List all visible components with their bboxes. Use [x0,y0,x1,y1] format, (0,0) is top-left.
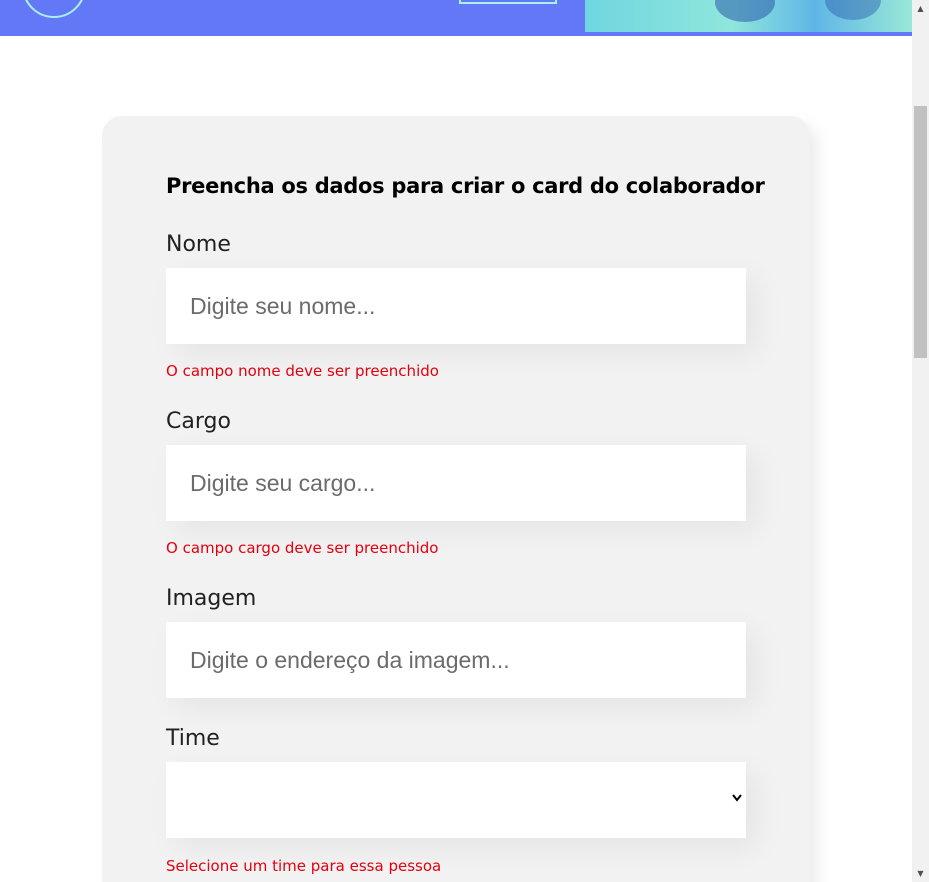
form-card: Preencha os dados para criar o card do c… [102,116,810,882]
cargo-error: O campo cargo deve ser preenchido [166,539,439,557]
cargo-label: Cargo [166,409,231,434]
form-title: Preencha os dados para criar o card do c… [166,174,765,198]
chevron-down-icon [732,791,742,805]
scrollbar-thumb[interactable] [914,106,927,358]
logo-circle [22,0,86,18]
time-select[interactable] [166,762,746,838]
nome-error: O campo nome deve ser preenchido [166,362,439,380]
imagem-label: Imagem [166,586,257,611]
header-decoration [459,0,557,4]
time-label: Time [166,726,220,751]
time-error: Selecione um time para essa pessoa [166,857,442,875]
imagem-input[interactable] [166,622,746,698]
nome-input[interactable] [166,268,746,344]
scrollbar[interactable]: ▲ ▼ [912,0,929,882]
triangle-up-icon[interactable]: ▲ [912,0,929,17]
nome-label: Nome [166,232,231,257]
header-banner [0,0,912,36]
triangle-down-icon[interactable]: ▼ [912,865,929,882]
cargo-input[interactable] [166,445,746,521]
hero-image [585,0,912,32]
